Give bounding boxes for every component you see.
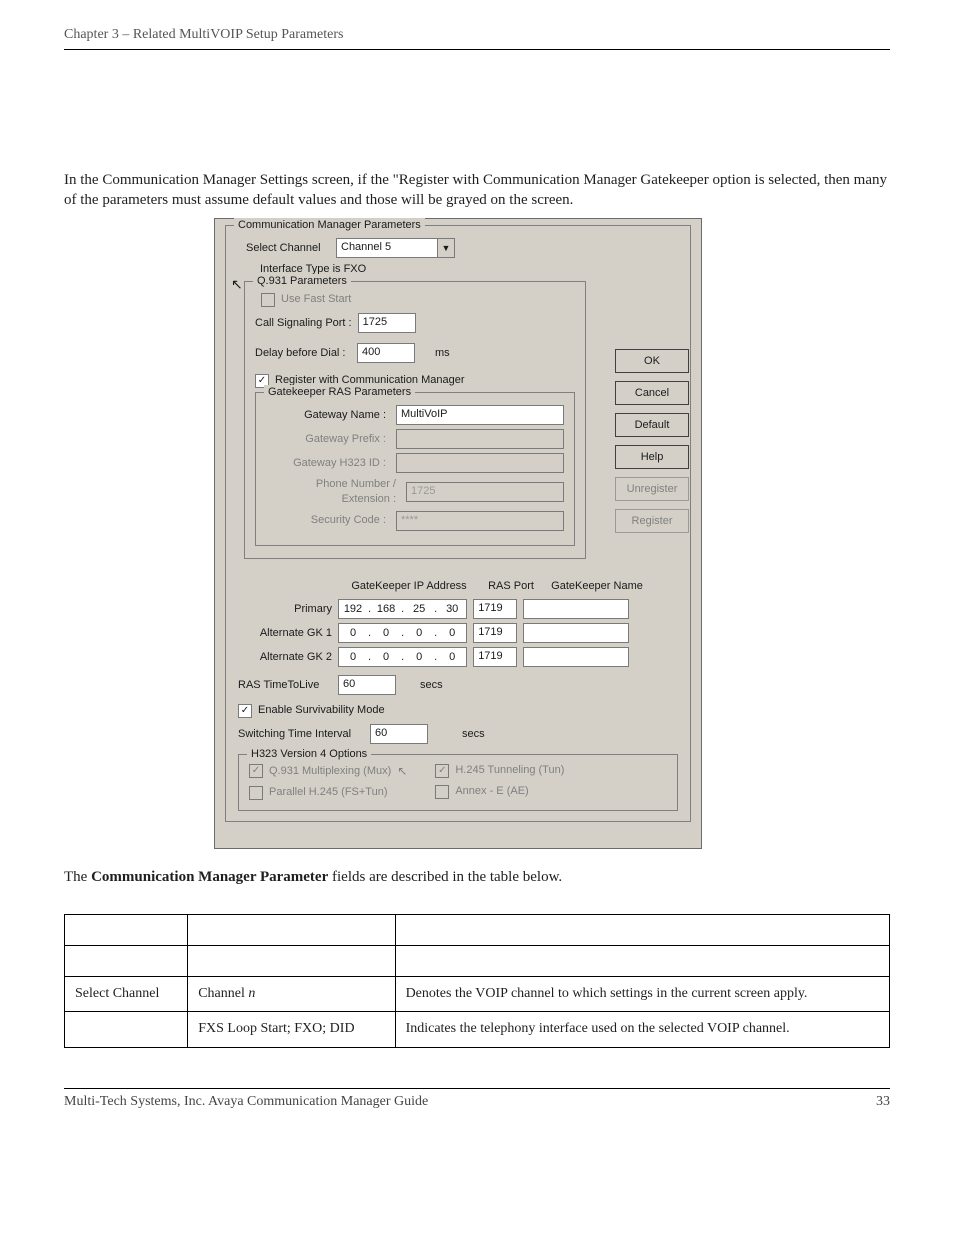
use-fast-start-label: Use Fast Start bbox=[281, 292, 351, 307]
gk-alt2-name[interactable] bbox=[523, 647, 629, 667]
footer-left: Multi-Tech Systems, Inc. Avaya Communica… bbox=[64, 1093, 428, 1112]
cancel-button[interactable]: Cancel bbox=[615, 381, 689, 405]
phone-ext-input: 1725 bbox=[406, 482, 564, 502]
rule-bottom bbox=[64, 1088, 890, 1089]
q931-mux-checkbox: ✓ Q.931 Multiplexing (Mux) ↖ bbox=[249, 763, 407, 779]
checkbox-icon: ✓ bbox=[435, 764, 449, 778]
gk-alt2-label: Alternate GK 2 bbox=[238, 650, 332, 665]
security-code-label: Security Code : bbox=[266, 513, 390, 528]
h245-tunneling-checkbox: ✓ H.245 Tunneling (Tun) bbox=[435, 763, 564, 778]
table-row bbox=[65, 914, 890, 945]
ras-ttl-label: RAS TimeToLive bbox=[238, 678, 332, 693]
default-button[interactable]: Default bbox=[615, 413, 689, 437]
call-sig-port-label: Call Signaling Port : bbox=[255, 316, 352, 331]
gateway-name-input[interactable]: MultiVoIP bbox=[396, 405, 564, 425]
gk-primary-label: Primary bbox=[238, 602, 332, 617]
gateway-name-label: Gateway Name : bbox=[266, 408, 390, 423]
ras-title: Gatekeeper RAS Parameters bbox=[264, 385, 415, 400]
after-shot-paragraph: The Communication Manager Parameter fiel… bbox=[64, 867, 890, 887]
help-button[interactable]: Help bbox=[615, 445, 689, 469]
checkbox-icon bbox=[249, 786, 263, 800]
gk-row-alt1: Alternate GK 1 0. 0. 0. 0 1719 bbox=[238, 623, 678, 643]
checkbox-icon: ✓ bbox=[238, 704, 252, 718]
q931-title: Q.931 Parameters bbox=[253, 274, 351, 289]
gk-primary-ip[interactable]: 192. 168. 25. 30 bbox=[338, 599, 467, 619]
gk-row-alt2: Alternate GK 2 0. 0. 0. 0 1719 bbox=[238, 647, 678, 667]
select-channel-dropdown[interactable]: Channel 5 ▼ bbox=[336, 238, 455, 258]
footer-page: 33 bbox=[876, 1093, 890, 1112]
cursor-icon: ↖ bbox=[397, 763, 407, 779]
phone-ext-label: Phone Number / Extension : bbox=[266, 477, 400, 507]
gateway-prefix-label: Gateway Prefix : bbox=[266, 432, 390, 447]
secs-label: secs bbox=[420, 678, 443, 693]
register-button: Register bbox=[615, 509, 689, 533]
gateway-h323-label: Gateway H323 ID : bbox=[266, 456, 390, 471]
gk-ip-header: GateKeeper IP Address bbox=[338, 579, 480, 594]
gk-row-primary: Primary 192. 168. 25. 30 1719 bbox=[238, 599, 678, 619]
gk-primary-name[interactable] bbox=[523, 599, 629, 619]
delay-before-dial-input[interactable]: 400 bbox=[357, 343, 415, 363]
gateway-h323-input bbox=[396, 453, 564, 473]
ras-ttl-input[interactable]: 60 bbox=[338, 675, 396, 695]
gateway-prefix-input bbox=[396, 429, 564, 449]
parameter-table: Select Channel Channel n Denotes the VOI… bbox=[64, 914, 890, 1049]
group-title: Communication Manager Parameters bbox=[234, 218, 425, 233]
cell-field: Select Channel bbox=[65, 976, 188, 1012]
gk-alt1-ras[interactable]: 1719 bbox=[473, 623, 517, 643]
q931-mux-label: Q.931 Multiplexing (Mux) bbox=[269, 764, 391, 779]
survivability-label: Enable Survivability Mode bbox=[258, 703, 385, 718]
gk-alt1-ip[interactable]: 0. 0. 0. 0 bbox=[338, 623, 467, 643]
switch-interval-input[interactable]: 60 bbox=[370, 724, 428, 744]
switch-interval-label: Switching Time Interval bbox=[238, 727, 364, 742]
gk-alt2-ras[interactable]: 1719 bbox=[473, 647, 517, 667]
select-channel-label: Select Channel bbox=[246, 241, 330, 256]
select-channel-value: Channel 5 bbox=[336, 238, 437, 258]
h323-title: H323 Version 4 Options bbox=[247, 747, 371, 762]
cell-values: FXS Loop Start; FXO; DID bbox=[188, 1012, 395, 1048]
parallel-h245-checkbox: Parallel H.245 (FS+Tun) bbox=[249, 785, 407, 800]
use-fast-start-checkbox: Use Fast Start bbox=[261, 292, 575, 307]
rule-top bbox=[64, 49, 890, 50]
gk-alt1-label: Alternate GK 1 bbox=[238, 626, 332, 641]
running-header: Chapter 3 – Related MultiVOIP Setup Para… bbox=[64, 26, 890, 45]
checkbox-icon: ✓ bbox=[249, 764, 263, 778]
checkbox-icon bbox=[435, 785, 449, 799]
cell-desc: Indicates the telephony interface used o… bbox=[395, 1012, 889, 1048]
gk-alt1-name[interactable] bbox=[523, 623, 629, 643]
cell-field bbox=[65, 1012, 188, 1048]
checkbox-icon bbox=[261, 293, 275, 307]
gk-alt2-ip[interactable]: 0. 0. 0. 0 bbox=[338, 647, 467, 667]
survivability-checkbox[interactable]: ✓ Enable Survivability Mode bbox=[238, 703, 678, 718]
intro-paragraph: In the Communication Manager Settings sc… bbox=[64, 170, 890, 211]
delay-before-dial-label: Delay before Dial : bbox=[255, 346, 351, 361]
h245-tunneling-label: H.245 Tunneling (Tun) bbox=[455, 763, 564, 778]
cell-values: Channel n bbox=[188, 976, 395, 1012]
cell-desc: Denotes the VOIP channel to which settin… bbox=[395, 976, 889, 1012]
parallel-h245-label: Parallel H.245 (FS+Tun) bbox=[269, 785, 388, 800]
comm-mgr-params-panel: ↖ Communication Manager Parameters Selec… bbox=[214, 218, 702, 849]
chevron-down-icon[interactable]: ▼ bbox=[437, 238, 455, 258]
table-row: Select Channel Channel n Denotes the VOI… bbox=[65, 976, 890, 1012]
table-row bbox=[65, 945, 890, 976]
annex-e-label: Annex - E (AE) bbox=[455, 784, 528, 799]
annex-e-checkbox: Annex - E (AE) bbox=[435, 784, 564, 799]
table-row: FXS Loop Start; FXO; DID Indicates the t… bbox=[65, 1012, 890, 1048]
call-sig-port-input[interactable]: 1725 bbox=[358, 313, 416, 333]
gk-primary-ras[interactable]: 1719 bbox=[473, 599, 517, 619]
secs-label-2: secs bbox=[462, 727, 485, 742]
ok-button[interactable]: OK bbox=[615, 349, 689, 373]
unregister-button: Unregister bbox=[615, 477, 689, 501]
gk-name-header: GateKeeper Name bbox=[542, 579, 652, 594]
ras-port-header: RAS Port bbox=[480, 579, 542, 594]
security-code-input: **** bbox=[396, 511, 564, 531]
ms-label: ms bbox=[435, 346, 450, 361]
